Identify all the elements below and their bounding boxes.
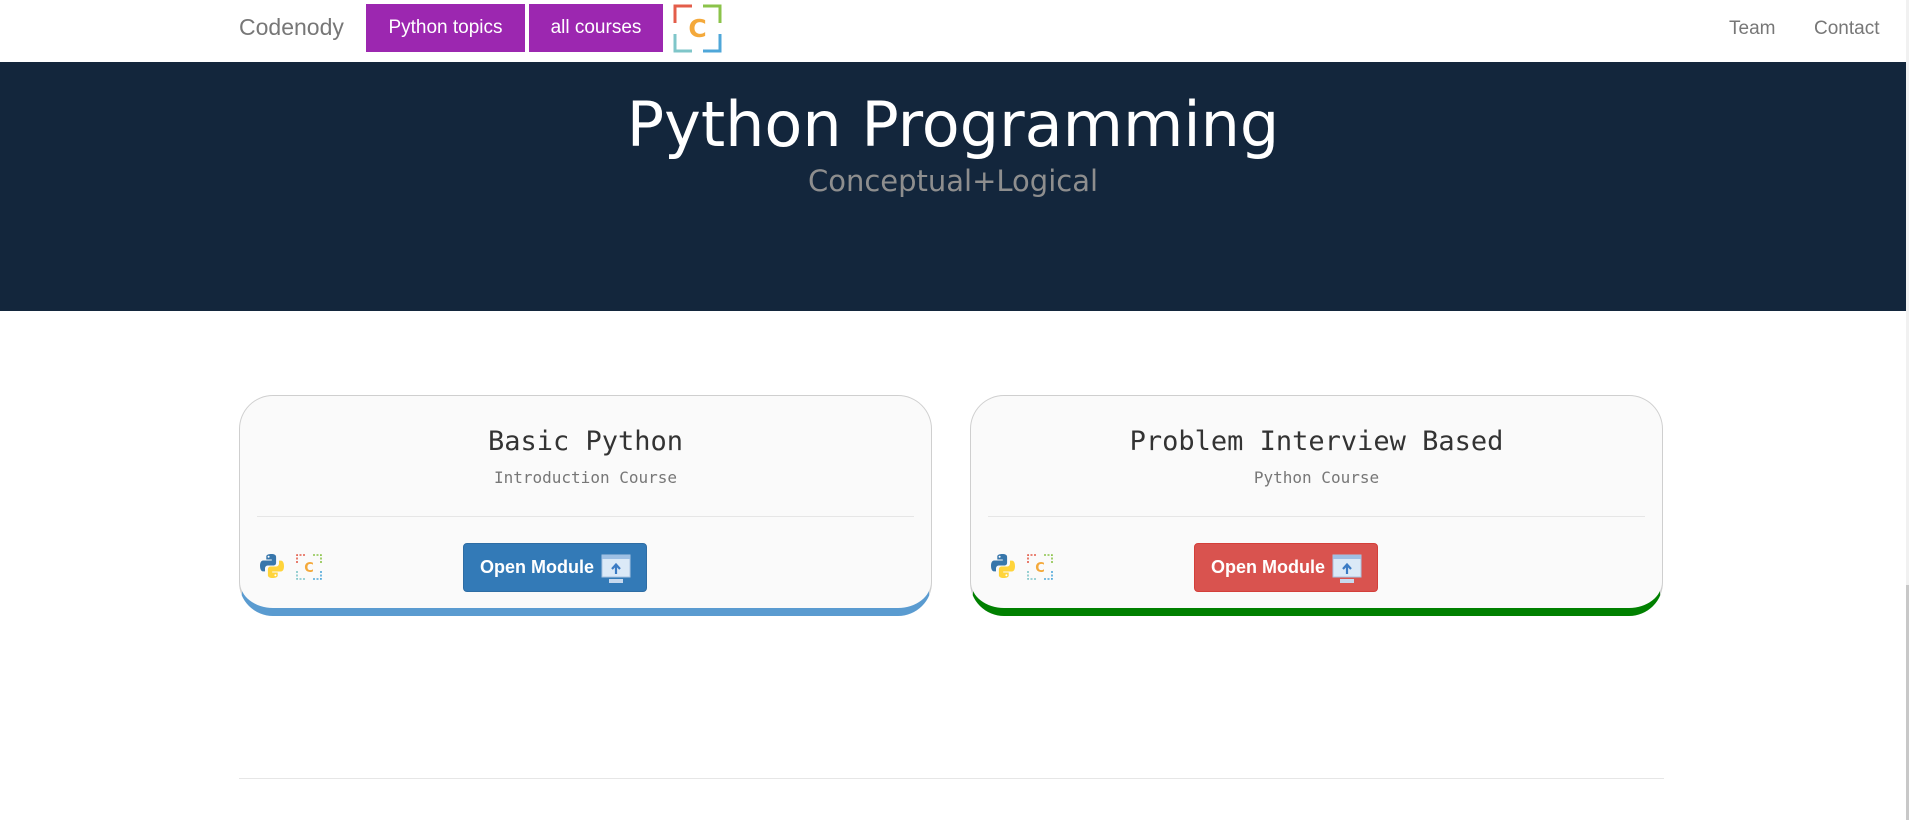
codenody-logo-icon[interactable]: C xyxy=(672,3,723,54)
codenody-logo-icon: C xyxy=(296,554,322,580)
contact-link[interactable]: Contact xyxy=(1814,18,1879,40)
hero-title: Python Programming xyxy=(626,88,1280,161)
open-module-button[interactable]: Open Module xyxy=(1194,543,1378,592)
codenody-logo-icon: C xyxy=(1027,554,1053,580)
card-divider xyxy=(257,516,914,517)
module-upload-icon xyxy=(1332,554,1362,583)
open-module-label: Open Module xyxy=(1211,557,1325,577)
python-topics-button[interactable]: Python topics xyxy=(366,4,525,52)
python-logo-icon xyxy=(991,554,1015,578)
python-logo-icon xyxy=(260,554,284,578)
course-card-problem-interview: Problem Interview Based Python Course C … xyxy=(970,395,1663,616)
team-link[interactable]: Team xyxy=(1729,18,1775,40)
navbar: Codenody Python topics all courses C Tea… xyxy=(0,0,1909,62)
svg-text:C: C xyxy=(1035,561,1045,576)
hero-banner: Python Programming Conceptual+Logical xyxy=(0,62,1906,311)
module-upload-icon xyxy=(601,554,631,583)
hero-subtitle: Conceptual+Logical xyxy=(807,164,1099,198)
svg-text:C: C xyxy=(688,14,706,43)
svg-text:C: C xyxy=(304,561,314,576)
open-module-button[interactable]: Open Module xyxy=(463,543,647,592)
course-title: Basic Python xyxy=(487,426,684,457)
footer-divider xyxy=(239,778,1664,779)
course-card-basic-python: Basic Python Introduction Course C Open … xyxy=(239,395,932,616)
card-divider xyxy=(988,516,1645,517)
all-courses-button[interactable]: all courses xyxy=(529,4,663,52)
brand-link[interactable]: Codenody xyxy=(239,14,344,41)
course-title: Problem Interview Based xyxy=(1129,426,1504,457)
course-subtitle: Introduction Course xyxy=(493,468,678,487)
course-subtitle: Python Course xyxy=(1253,468,1380,487)
open-module-label: Open Module xyxy=(480,557,594,577)
